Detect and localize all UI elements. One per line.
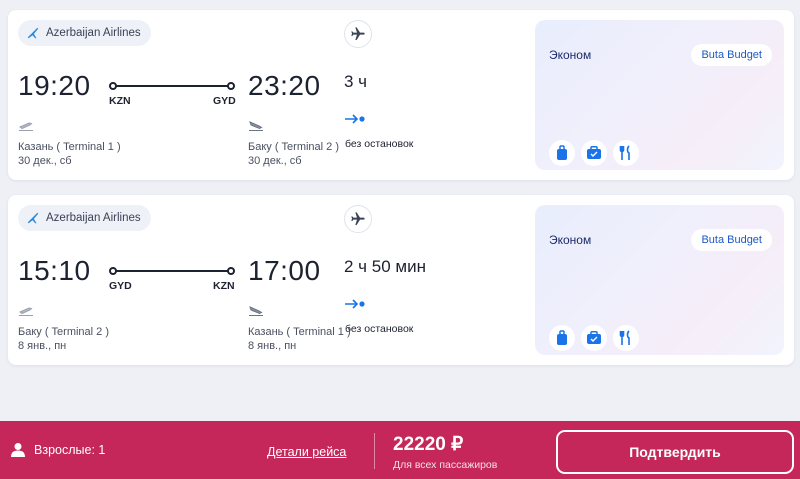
stops-text: без остановок xyxy=(345,138,414,150)
route-line xyxy=(109,267,235,275)
direct-flight-icon xyxy=(345,299,365,309)
flight-duration: 3 ч xyxy=(344,72,368,91)
airline-name: Azerbaijan Airlines xyxy=(46,212,141,224)
price-note: Для всех пассажиров xyxy=(393,459,498,471)
baggage-icon xyxy=(549,140,575,166)
baggage-icon xyxy=(549,325,575,351)
fare-class: Эконом xyxy=(549,48,592,62)
arrival-time: 23:20 xyxy=(248,70,321,101)
airline-chip: Azerbaijan Airlines xyxy=(18,20,151,46)
airline-chip: Azerbaijan Airlines xyxy=(18,205,151,231)
fare-features xyxy=(549,325,639,351)
passengers-selector[interactable]: Взрослые: 1 xyxy=(10,442,105,458)
fare-badge: Buta Budget xyxy=(691,44,772,66)
user-icon xyxy=(11,443,25,457)
landing-icon xyxy=(249,306,263,316)
passengers-label: Взрослые: 1 xyxy=(34,443,106,457)
fare-panel[interactable]: Эконом Buta Budget xyxy=(535,205,784,355)
flight-duration: 2 ч 50 мин xyxy=(344,257,426,276)
arrival-airport: Баку ( Terminal 2 ) xyxy=(248,141,340,153)
takeoff-icon xyxy=(19,122,33,131)
departure-code: KZN xyxy=(109,95,131,107)
landing-icon xyxy=(249,121,263,131)
departure-time: 19:20 xyxy=(18,70,91,101)
fare-features xyxy=(549,140,639,166)
meal-icon xyxy=(613,325,639,351)
airline-name: Azerbaijan Airlines xyxy=(46,27,141,39)
flight-card-return[interactable]: Azerbaijan Airlines 15:10 GYD KZN 17:00 … xyxy=(8,195,794,365)
takeoff-icon xyxy=(19,307,33,316)
direct-flight-icon xyxy=(345,114,365,124)
departure-code: GYD xyxy=(109,280,132,292)
airline-logo-icon xyxy=(27,212,39,224)
booking-bar: Взрослые: 1 Детали рейса 22220 ₽ Для все… xyxy=(0,421,800,479)
hand-luggage-icon xyxy=(581,325,607,351)
route-line xyxy=(109,82,235,90)
hand-luggage-icon xyxy=(581,140,607,166)
arrival-code: GYD xyxy=(213,95,236,107)
arrival-time: 17:00 xyxy=(248,255,321,286)
stops-text: без остановок xyxy=(345,323,414,335)
arrival-airport: Казань ( Terminal 1 ) xyxy=(248,326,351,338)
arrival-date: 30 дек., сб xyxy=(248,155,302,167)
fare-badge: Buta Budget xyxy=(691,229,772,251)
plane-icon xyxy=(344,205,372,233)
departure-date: 8 янв., пн xyxy=(18,340,67,352)
confirm-button[interactable]: Подтвердить xyxy=(556,430,794,474)
flight-details-link[interactable]: Детали рейса xyxy=(267,445,346,459)
departure-date: 30 дек., сб xyxy=(18,155,72,167)
airline-logo-icon xyxy=(27,27,39,39)
departure-time: 15:10 xyxy=(18,255,91,286)
fare-class: Эконом xyxy=(549,233,592,247)
departure-airport: Казань ( Terminal 1 ) xyxy=(18,141,121,153)
departure-airport: Баку ( Terminal 2 ) xyxy=(18,326,110,338)
arrival-code: KZN xyxy=(213,280,235,292)
arrival-date: 8 янв., пн xyxy=(248,340,297,352)
divider xyxy=(374,433,375,469)
flight-card-outbound[interactable]: Azerbaijan Airlines 19:20 KZN GYD 23:20 … xyxy=(8,10,794,180)
plane-icon xyxy=(344,20,372,48)
fare-panel[interactable]: Эконом Buta Budget xyxy=(535,20,784,170)
total-price: 22220 ₽ xyxy=(393,434,464,455)
meal-icon xyxy=(613,140,639,166)
